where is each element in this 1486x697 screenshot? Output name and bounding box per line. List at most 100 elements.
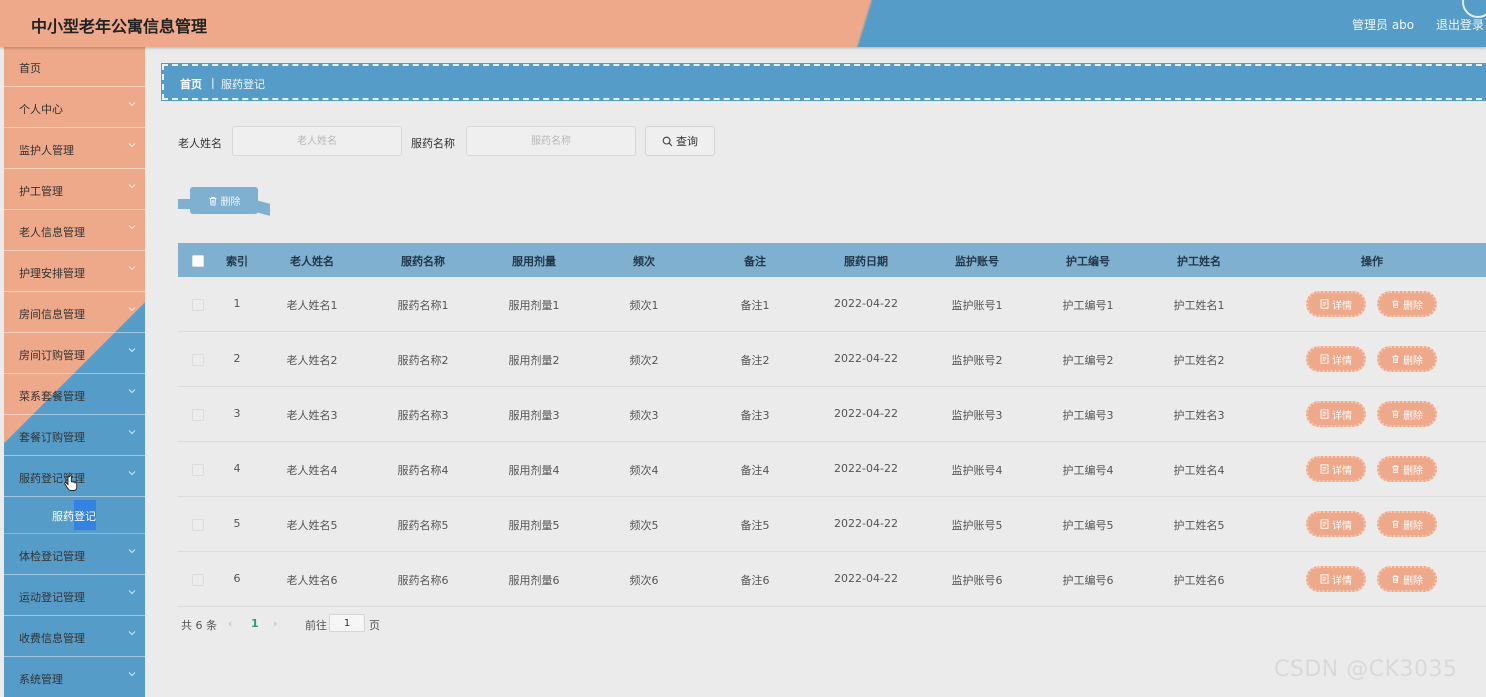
column-header: 老人姓名 [290,255,334,268]
sidebar-item[interactable]: 菜系套餐管理 [4,374,145,415]
prev-page-button[interactable]: ‹ [228,617,232,630]
delete-button[interactable]: 删除 [1377,566,1437,592]
table-cell: 2022-04-22 [834,517,898,530]
delete-button[interactable]: 删除 [1377,456,1437,482]
elder-name-input[interactable] [232,126,402,156]
detail-button-label: 详情 [1332,465,1352,477]
pagination-total: 共 6 条 [181,619,217,632]
page-number-current[interactable]: 1 [251,617,259,630]
breadcrumb-separator: | [211,76,215,89]
delete-button-label: 删除 [1403,300,1423,312]
table-cell: 监护账号4 [951,464,1003,477]
top-header: 中小型老年公寓信息管理 管理员 abo 退出登录 [0,0,1486,47]
table-cell: 5 [233,517,241,530]
row-checkbox[interactable] [192,409,204,421]
chevron-down-icon [127,345,137,355]
table-row: 5 老人姓名5 服药名称5 服用剂量5 频次5 备注5 2022-04-22 监护账号5 护工编… [178,497,1486,552]
table-cell: 护工编号1 [1062,299,1114,312]
delete-button[interactable]: 删除 [1377,511,1437,537]
detail-button-label: 详情 [1332,410,1352,422]
chevron-down-icon [127,546,137,556]
table-cell: 2022-04-22 [834,462,898,475]
table-cell: 备注1 [740,299,770,312]
sidebar-subitem-medication-register[interactable]: 服药登记 [4,497,145,534]
batch-delete-body: 删除 [190,187,258,214]
sidebar-item-label: 护理安排管理 [19,267,85,280]
row-checkbox[interactable] [192,354,204,366]
detail-button[interactable]: 详情 [1306,456,1366,482]
detail-button[interactable]: 详情 [1306,291,1366,317]
detail-button[interactable]: 详情 [1306,346,1366,372]
goto-page-input[interactable] [329,614,365,632]
breadcrumb: 首页 | 服药登记 [161,63,1486,101]
row-checkbox[interactable] [192,574,204,586]
chevron-down-icon [127,140,137,150]
sidebar-item-label: 套餐订购管理 [19,431,85,444]
table-cell: 服药名称4 [397,464,449,477]
column-header: 服药日期 [844,255,888,268]
sidebar-item[interactable]: 护理安排管理 [4,251,145,292]
delete-button[interactable]: 删除 [1377,291,1437,317]
row-checkbox[interactable] [192,464,204,476]
row-checkbox[interactable] [192,519,204,531]
medicine-name-input[interactable] [466,126,636,156]
sidebar-item[interactable]: 套餐订购管理 [4,415,145,456]
sidebar-item[interactable]: 房间信息管理 [4,292,145,333]
watermark: CSDN @CK3035 [1274,657,1458,682]
sidebar-item[interactable]: 房间订购管理 [4,333,145,374]
table-cell: 护工编号2 [1062,354,1114,367]
sidebar-item-label: 运动登记管理 [19,591,85,604]
breadcrumb-home[interactable]: 首页 [180,76,202,92]
table-cell: 4 [233,462,241,475]
detail-button-label: 详情 [1332,355,1352,367]
current-user: 管理员 abo [1352,18,1415,32]
detail-button[interactable]: 详情 [1306,401,1366,427]
sidebar-item[interactable]: 监护人管理 [4,128,145,169]
sidebar-item[interactable]: 老人信息管理 [4,210,145,251]
next-page-button[interactable]: › [273,617,277,630]
table-cell: 备注3 [740,409,770,422]
elder-name-label: 老人姓名 [178,137,222,150]
delete-button[interactable]: 删除 [1377,401,1437,427]
trash-icon [1391,464,1400,474]
table-row: 1 老人姓名1 服药名称1 服用剂量1 频次1 备注1 2022-04-22 监护账号1 护工编… [178,277,1486,332]
detail-button[interactable]: 详情 [1306,511,1366,537]
document-icon [1320,464,1329,474]
delete-button-label: 删除 [1403,355,1423,367]
sidebar-item[interactable]: 收费信息管理 [4,616,145,657]
delete-button[interactable]: 删除 [1377,346,1437,372]
batch-delete-button[interactable]: 删除 [178,187,270,216]
sidebar-item[interactable]: 个人中心 [4,87,145,128]
table-cell: 服药名称5 [397,519,449,532]
logout-link[interactable]: 退出登录 [1436,16,1484,33]
table-cell: 2 [233,352,241,365]
chevron-down-icon [127,468,137,478]
search-button[interactable]: 查询 [645,126,715,156]
sidebar-item-home[interactable]: 首页 [4,47,145,87]
row-checkbox[interactable] [192,299,204,311]
sidebar-item[interactable]: 护工管理 [4,169,145,210]
table-cell: 老人姓名6 [286,574,338,587]
search-button-label: 查询 [676,135,698,148]
sidebar-item[interactable]: 体检登记管理 [4,534,145,575]
table-cell: 频次2 [629,354,659,367]
detail-button[interactable]: 详情 [1306,566,1366,592]
chevron-down-icon [127,222,137,232]
table-cell: 备注6 [740,574,770,587]
table-cell: 服用剂量1 [508,299,560,312]
select-all-checkbox[interactable] [192,255,204,267]
table-cell: 频次6 [629,574,659,587]
sidebar-item[interactable]: 运动登记管理 [4,575,145,616]
table-cell: 监护账号1 [951,299,1003,312]
sidebar: 首页 个人中心 监护人管理 护工管理 老人信息管理护理安排管理房间信息管理房间订购管理… [4,47,145,697]
table-cell: 服用剂量3 [508,409,560,422]
sidebar-item-label: 首页 [19,62,41,75]
delete-button-label: 删除 [1403,410,1423,422]
search-icon [662,136,673,146]
sidebar-item[interactable]: 系统管理 [4,657,145,697]
table-cell: 频次1 [629,299,659,312]
table-cell: 护工姓名3 [1173,409,1225,422]
table-cell: 6 [233,572,241,585]
sidebar-item-label: 房间订购管理 [19,349,85,362]
medicine-name-label: 服药名称 [411,137,455,150]
